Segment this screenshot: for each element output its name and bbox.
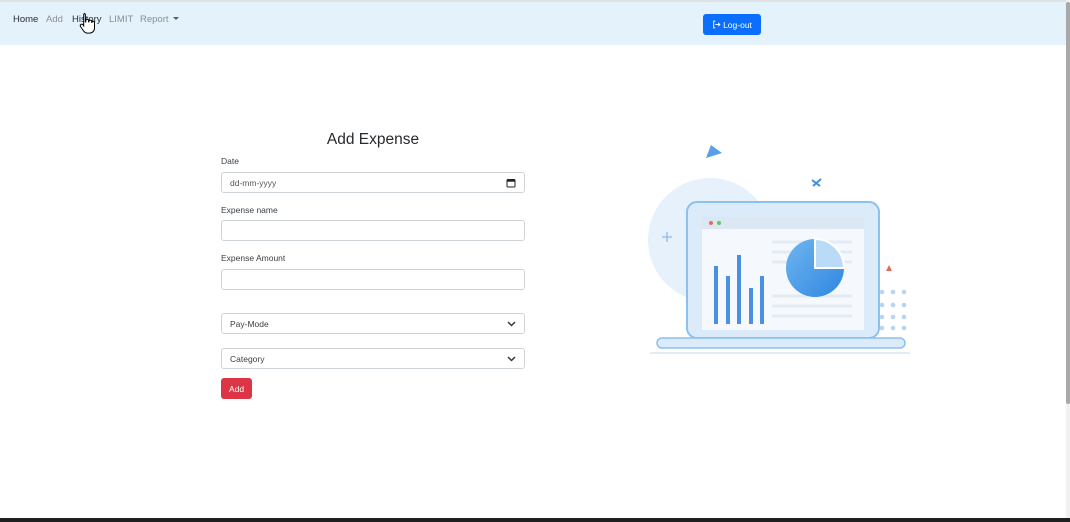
chevron-down-icon (507, 320, 516, 327)
chevron-down-icon (507, 355, 516, 362)
window-bottom-border (0, 518, 1070, 522)
nav-report-dropdown[interactable]: Report (140, 14, 179, 25)
expense-name-input[interactable] (221, 220, 525, 241)
paymode-select[interactable]: Pay-Mode (221, 313, 525, 334)
expense-amount-label: Expense Amount (221, 253, 286, 263)
logout-icon (713, 20, 721, 29)
calendar-icon[interactable] (506, 178, 516, 188)
logout-label: Log-out (723, 19, 752, 30)
expense-amount-input[interactable] (221, 269, 525, 290)
navbar: Home Add History LIMIT Report Log-out (0, 2, 1066, 45)
logout-button[interactable]: Log-out (703, 14, 761, 35)
nav-add-link[interactable]: Add (46, 14, 63, 25)
paymode-selected: Pay-Mode (230, 318, 269, 329)
expense-name-label: Expense name (221, 205, 278, 215)
add-expense-button[interactable]: Add (221, 378, 252, 399)
date-input[interactable]: dd-mm-yyyy (221, 172, 525, 193)
page-title: Add Expense (326, 131, 420, 148)
date-label: Date (221, 156, 239, 166)
category-selected: Category (230, 353, 265, 364)
category-select[interactable]: Category (221, 348, 525, 369)
nav-limit-link[interactable]: LIMIT (109, 14, 133, 25)
nav-home-link[interactable]: Home (13, 14, 38, 25)
date-placeholder: dd-mm-yyyy (230, 177, 277, 188)
laptop-chart-illustration (648, 145, 910, 354)
nav-history-link[interactable]: History (72, 14, 102, 25)
scrollbar-thumb[interactable] (1066, 2, 1070, 404)
caret-down-icon (172, 17, 179, 20)
nav-report-label: Report (140, 14, 169, 25)
